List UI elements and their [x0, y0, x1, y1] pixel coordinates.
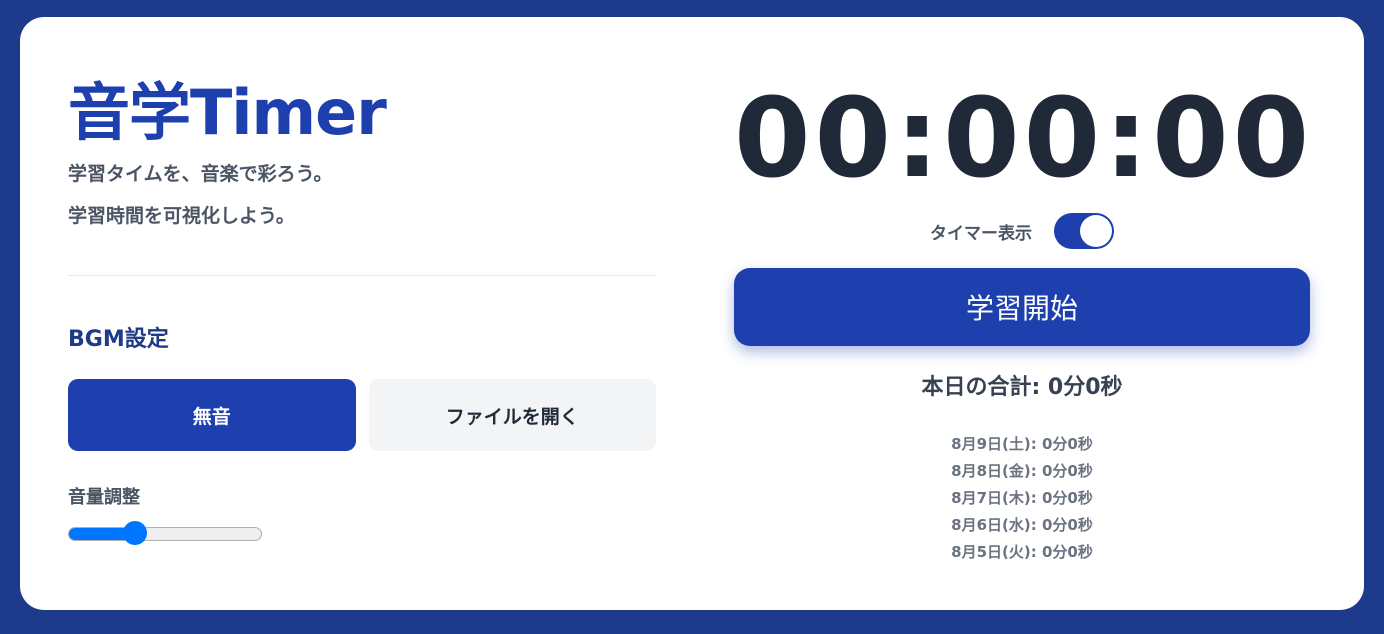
history-item: 8月6日(水): 0分0秒	[951, 516, 1093, 534]
toggle-knob	[1080, 215, 1112, 247]
bgm-heading: BGM設定	[68, 327, 169, 352]
divider	[68, 275, 656, 276]
start-study-button[interactable]: 学習開始	[734, 268, 1310, 346]
tagline-music: 学習タイムを、音楽で彩ろう。	[68, 163, 333, 185]
mute-button[interactable]: 無音	[68, 379, 356, 451]
history-item: 8月9日(土): 0分0秒	[951, 435, 1093, 453]
history-item: 8月7日(木): 0分0秒	[951, 489, 1093, 507]
volume-slider[interactable]	[68, 521, 262, 545]
today-total: 本日の合計: 0分0秒	[921, 375, 1123, 400]
timer-toggle-label: タイマー表示	[930, 223, 1032, 244]
history-item: 8月8日(金): 0分0秒	[951, 462, 1093, 480]
history-item: 8月5日(火): 0分0秒	[951, 543, 1093, 561]
main-card: 音学Timer 学習タイムを、音楽で彩ろう。 学習時間を可視化しよう。 BGM設…	[20, 17, 1364, 610]
timer-toggle-row: タイマー表示	[734, 213, 1310, 249]
volume-slider-thumb[interactable]	[122, 521, 147, 545]
timer-display: 00:00:00	[734, 74, 1314, 202]
app-title: 音学Timer	[68, 76, 387, 149]
bgm-button-row: 無音 ファイルを開く	[68, 379, 656, 451]
tagline-visualize: 学習時間を可視化しよう。	[68, 205, 295, 227]
timer-visibility-toggle[interactable]	[1054, 213, 1114, 249]
history-list: 8月9日(土): 0分0秒 8月8日(金): 0分0秒 8月7日(木): 0分0…	[734, 431, 1310, 566]
volume-label: 音量調整	[68, 487, 140, 508]
open-file-button[interactable]: ファイルを開く	[368, 379, 656, 451]
